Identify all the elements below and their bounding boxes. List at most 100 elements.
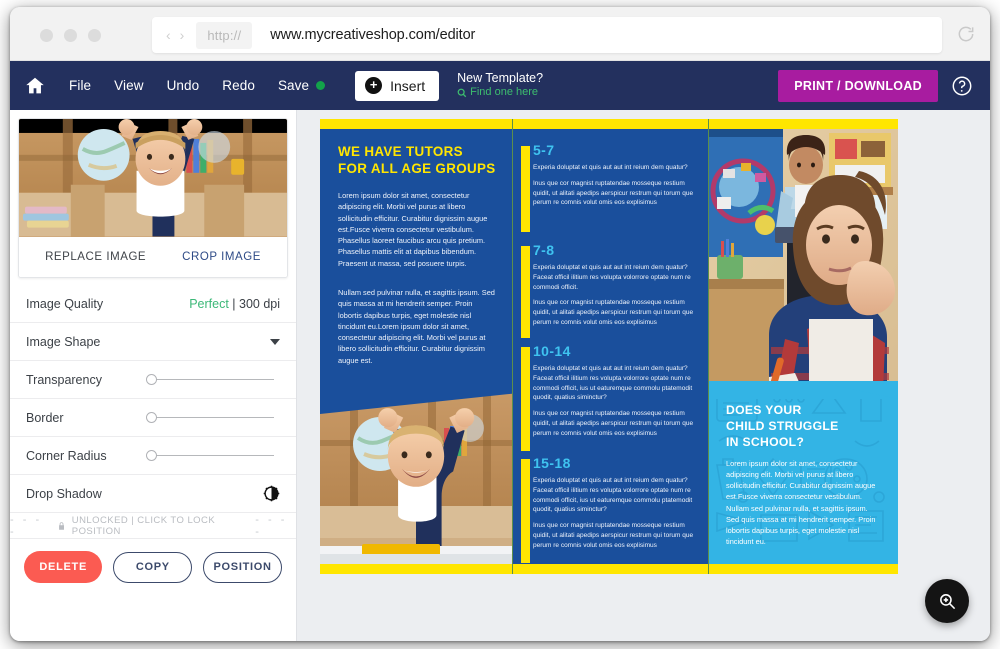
- girl-in-classroom-photo: [709, 129, 898, 391]
- transparency-slider[interactable]: [146, 373, 274, 387]
- reload-icon[interactable]: [956, 24, 976, 44]
- insert-button[interactable]: + Insert: [355, 70, 440, 101]
- home-icon[interactable]: [24, 75, 46, 97]
- option-row-image-shape[interactable]: Image Shape: [10, 323, 296, 361]
- canvas-area[interactable]: WE HAVE TUTORS FOR ALL AGE GROUPS Lorem …: [297, 110, 990, 641]
- slider-knob[interactable]: [146, 374, 157, 385]
- chevron-down-icon[interactable]: [270, 338, 280, 345]
- lock-row-dashes-left: - - - -: [10, 513, 43, 538]
- right-headline-line-2: CHILD STRUGGLE: [726, 418, 839, 433]
- new-template-title: New Template?: [457, 70, 544, 85]
- corner-radius-slider[interactable]: [146, 449, 274, 463]
- age-group-question: Experia doluptat et quis aut aut int rei…: [533, 365, 693, 402]
- find-template-link[interactable]: Find one here: [457, 86, 543, 100]
- image-thumbnail: [19, 119, 287, 237]
- close-window-button[interactable]: [40, 29, 53, 42]
- age-group-title: 15-18: [533, 455, 571, 471]
- panel-right-card[interactable]: DOES YOUR CHILD STRUGGLE IN SCHOOL? Lore…: [709, 381, 898, 564]
- age-group-answer: Inus que cor magnist ruptatendae mossequ…: [533, 299, 694, 326]
- brochure-canvas[interactable]: WE HAVE TUTORS FOR ALL AGE GROUPS Lorem …: [320, 119, 898, 574]
- age-group-answer: Inus que cor magnist ruptatendae mossequ…: [533, 179, 694, 207]
- image-shape-label: Image Shape: [26, 334, 101, 349]
- slider-knob[interactable]: [146, 412, 157, 423]
- zoom-in-icon: [939, 593, 955, 609]
- age-group-block-3[interactable]: 15-18 Experia doluptat et quis aut aut i…: [521, 455, 696, 563]
- option-row-image-quality: Image Quality Perfect | 300 dpi: [10, 285, 296, 323]
- age-group-title: 10-14: [533, 343, 571, 359]
- menu-item-redo[interactable]: Redo: [222, 78, 255, 93]
- age-group-block-1[interactable]: 7-8 Experia doluptat et quis aut aut int…: [521, 242, 696, 338]
- panel-right-headline[interactable]: DOES YOUR CHILD STRUGGLE IN SCHOOL?: [726, 403, 876, 451]
- image-quality-rating: Perfect: [189, 296, 229, 311]
- age-group-answer: Inus que cor magnist ruptatendae mossequ…: [533, 410, 694, 437]
- headline-line-1: WE HAVE TUTORS: [338, 144, 463, 159]
- thumbnail-actions: REPLACE IMAGE CROP IMAGE: [19, 237, 287, 277]
- age-group-block-0[interactable]: 5-7 Experia doluptat et quis aut aut int…: [521, 143, 696, 232]
- age-group-bar: [521, 246, 530, 338]
- age-group-question: Experia doluptat et quis aut aut int rei…: [533, 164, 688, 171]
- menu-item-file[interactable]: File: [69, 78, 91, 93]
- brochure-panel-right[interactable]: DOES YOUR CHILD STRUGGLE IN SCHOOL? Lore…: [709, 119, 898, 574]
- minimize-window-button[interactable]: [64, 29, 77, 42]
- menu-item-undo[interactable]: Undo: [167, 78, 200, 93]
- forward-icon[interactable]: ›: [180, 28, 185, 42]
- boy-cheering-photo: [320, 388, 512, 564]
- age-group-block-2[interactable]: 10-14 Experia doluptat et quis aut aut i…: [521, 343, 696, 451]
- zoom-in-button[interactable]: [925, 579, 969, 623]
- headline-line-2: FOR ALL AGE GROUPS: [338, 161, 496, 177]
- age-group-question: Experia doluptat et quis aut aut int rei…: [533, 264, 691, 291]
- panel-right-paragraph-2[interactable]: Nullam sed pulvinar nulla, et sagittis i…: [726, 503, 876, 547]
- drop-shadow-icon[interactable]: [263, 485, 280, 502]
- back-icon[interactable]: ‹: [166, 28, 171, 42]
- panel-left-top-band: [320, 119, 512, 129]
- brochure-headline[interactable]: WE HAVE TUTORS FOR ALL AGE GROUPS: [338, 143, 498, 177]
- url-input[interactable]: www.mycreativeshop.com/editor: [252, 27, 475, 43]
- age-group-bar: [521, 459, 530, 563]
- position-button[interactable]: POSITION: [203, 551, 282, 583]
- help-icon[interactable]: [951, 75, 973, 97]
- app-window: ‹ › http:// www.mycreativeshop.com/edito…: [10, 7, 990, 641]
- panel-left-paragraph-1[interactable]: Lorem ipsum dolor sit amet, consectetur …: [338, 190, 496, 269]
- menu-item-save[interactable]: Save: [278, 78, 326, 93]
- lock-position-label: UNLOCKED | CLICK TO LOCK POSITION: [71, 514, 216, 537]
- address-bar[interactable]: ‹ › http:// www.mycreativeshop.com/edito…: [152, 17, 942, 53]
- browser-chrome: ‹ › http:// www.mycreativeshop.com/edito…: [10, 7, 990, 61]
- drop-shadow-label: Drop Shadow: [26, 486, 102, 501]
- editor-body: REPLACE IMAGE CROP IMAGE Image Quality P…: [10, 110, 990, 641]
- age-group-bar: [521, 347, 530, 451]
- panel-left-paragraph-2[interactable]: Nullam sed pulvinar nulla, et sagittis i…: [338, 287, 496, 366]
- lock-row-dashes-right: - - - -: [255, 513, 288, 538]
- right-headline-line-3: IN SCHOOL?: [726, 434, 805, 449]
- panel-left-photo[interactable]: [320, 388, 512, 564]
- delete-button[interactable]: DELETE: [24, 551, 103, 583]
- crop-image-button[interactable]: CROP IMAGE: [182, 251, 261, 263]
- find-template-label: Find one here: [470, 86, 539, 99]
- thumbnail-photo: [19, 119, 287, 237]
- search-icon: [457, 88, 467, 98]
- save-status-dot: [316, 81, 326, 90]
- option-row-transparency: Transparency: [10, 361, 296, 399]
- window-traffic-lights: [40, 29, 101, 42]
- panel-right-photo[interactable]: [709, 129, 898, 391]
- replace-image-button[interactable]: REPLACE IMAGE: [45, 251, 146, 263]
- age-group-bar: [521, 146, 530, 232]
- image-quality-label: Image Quality: [26, 296, 104, 311]
- age-group-title: 7-8: [533, 242, 555, 258]
- lock-icon: [58, 521, 64, 530]
- maximize-window-button[interactable]: [88, 29, 101, 42]
- lock-position-row[interactable]: - - - - UNLOCKED | CLICK TO LOCK POSITIO…: [10, 513, 296, 539]
- transparency-label: Transparency: [26, 372, 102, 387]
- panel-right-bottom-band: [709, 564, 898, 574]
- image-quality-dpi: | 300 dpi: [228, 296, 280, 311]
- brochure-panel-middle[interactable]: 5-7 Experia doluptat et quis aut aut int…: [513, 119, 708, 574]
- border-slider[interactable]: [146, 411, 274, 425]
- copy-button[interactable]: COPY: [113, 551, 193, 583]
- slider-track: [153, 416, 274, 419]
- slider-knob[interactable]: [146, 450, 157, 461]
- print-download-button[interactable]: PRINT / DOWNLOAD: [778, 69, 938, 102]
- panel-right-paragraph-1[interactable]: Lorem ipsum dolor sit amet, consectetur …: [726, 458, 876, 502]
- image-properties-sidebar: REPLACE IMAGE CROP IMAGE Image Quality P…: [10, 110, 297, 641]
- brochure-panel-left[interactable]: WE HAVE TUTORS FOR ALL AGE GROUPS Lorem …: [320, 119, 512, 574]
- menu-item-view[interactable]: View: [114, 78, 143, 93]
- browser-nav-arrows: ‹ ›: [152, 28, 196, 42]
